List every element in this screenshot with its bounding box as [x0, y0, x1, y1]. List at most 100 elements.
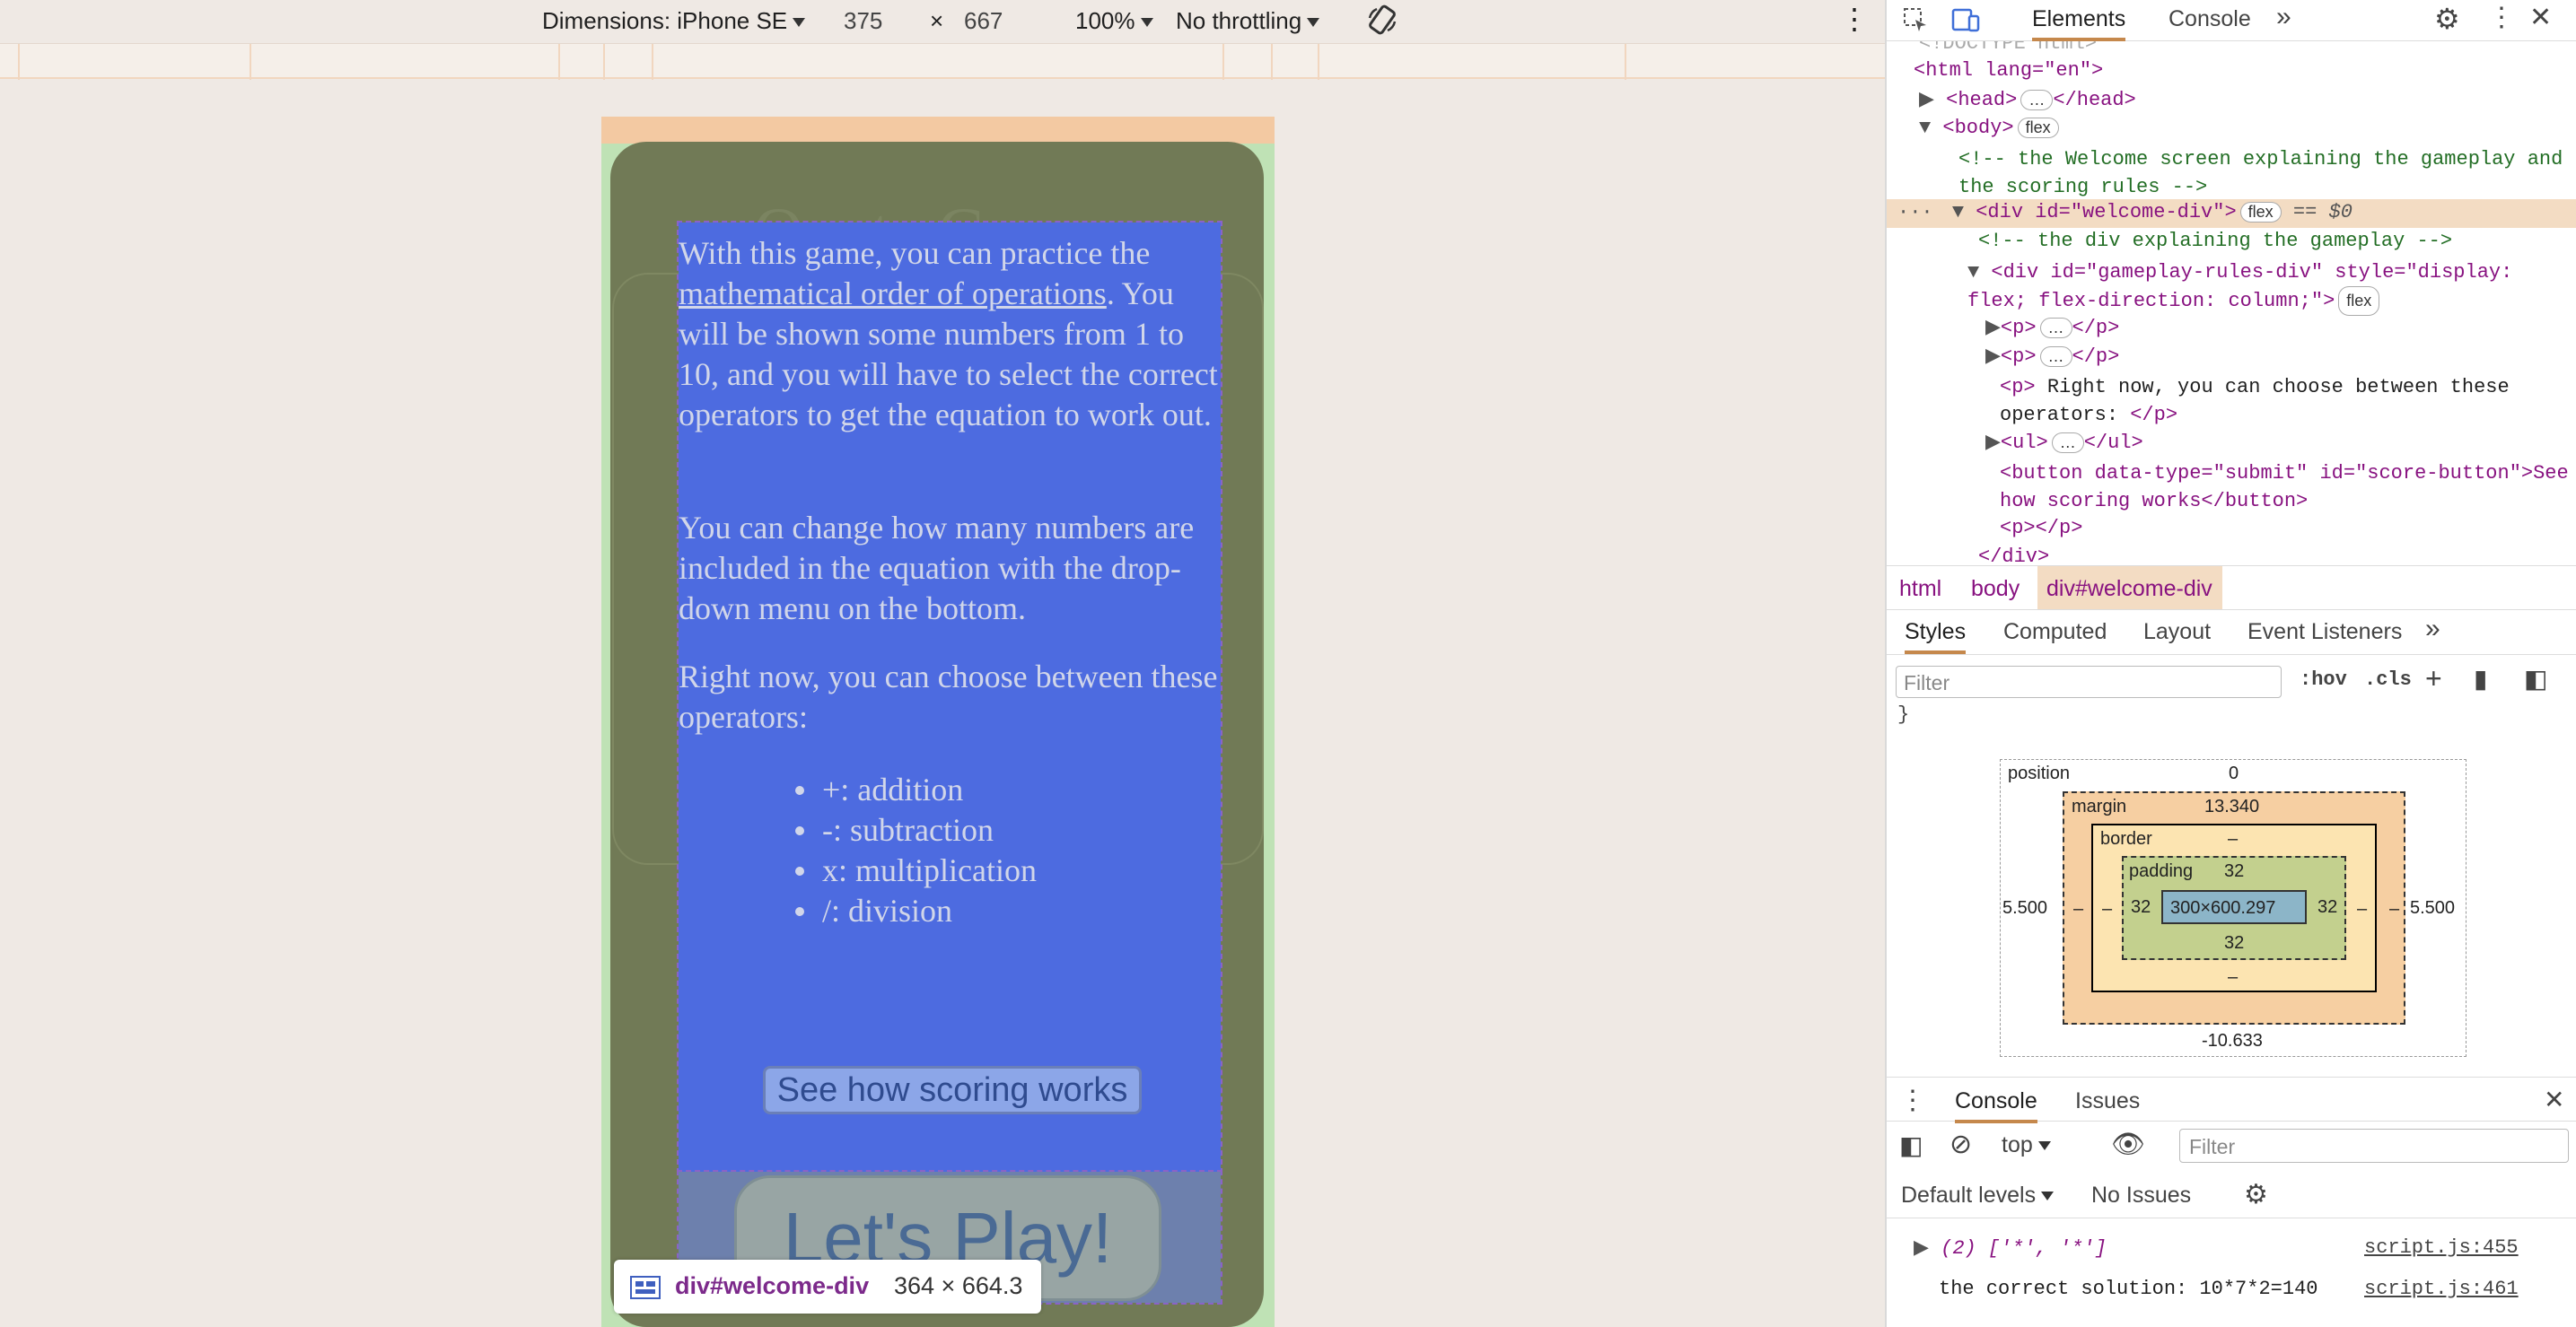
- rotate-icon[interactable]: [1364, 2, 1400, 44]
- tab-styles[interactable]: Styles: [1905, 619, 1967, 654]
- throttling-dropdown[interactable]: No throttling: [1176, 7, 1320, 35]
- selected-marker: == $0: [2292, 201, 2353, 223]
- device-toggle-icon[interactable]: [1951, 7, 1982, 34]
- clear-console-icon[interactable]: ⊘: [1950, 1129, 1972, 1160]
- tab-computed[interactable]: Computed: [2003, 619, 2107, 645]
- chevron-down-icon: [1140, 18, 1153, 28]
- add-rule-icon[interactable]: +: [2425, 662, 2442, 695]
- more-tabs-icon[interactable]: »: [2425, 614, 2440, 644]
- device-height-input[interactable]: 667: [964, 7, 1003, 35]
- closing-brace: }: [1897, 703, 1910, 726]
- drawer-tab-issues[interactable]: Issues: [2075, 1088, 2140, 1114]
- issues-count: No Issues: [2091, 1183, 2192, 1208]
- more-icon[interactable]: ···: [1897, 201, 1933, 223]
- box-model-content: 300×600.297: [2161, 890, 2307, 924]
- settings-gear-icon[interactable]: ⚙: [2244, 1179, 2268, 1210]
- empty-p-node[interactable]: <p></p>: [2000, 517, 2082, 539]
- settings-gear-icon[interactable]: ⚙: [2434, 2, 2460, 36]
- collapse-triangle-icon[interactable]: ▼: [1967, 261, 1979, 284]
- ellipsis-badge[interactable]: …: [2039, 346, 2072, 367]
- tab-event-listeners[interactable]: Event Listeners: [2247, 619, 2402, 645]
- border-bottom-value: –: [2228, 967, 2239, 987]
- flex-badge[interactable]: flex: [2017, 118, 2059, 138]
- welcome-div-node[interactable]: ··· ▼ <div id="welcome-div"> flex == $0: [1897, 201, 2353, 223]
- tab-console[interactable]: Console: [2169, 6, 2251, 32]
- score-button[interactable]: See how scoring works: [763, 1066, 1142, 1114]
- hov-toggle[interactable]: :hov: [2300, 668, 2347, 691]
- device-toolbar: Dimensions: iPhone SE 375 × 667 100% No …: [0, 0, 1885, 41]
- position-label: position: [2008, 764, 2070, 783]
- breadcrumb-welcome-div[interactable]: div#welcome-div: [2046, 576, 2212, 602]
- p-text-node[interactable]: <p> Right now, you can choose between th…: [2000, 373, 2571, 429]
- head-open: <head>: [1946, 89, 2018, 111]
- gameplay-rules-div-open: <div id="gameplay-rules-div" style="disp…: [1967, 261, 2513, 312]
- head-close: </head>: [2053, 89, 2136, 111]
- gameplay-rules-div-node[interactable]: ▼ <div id="gameplay-rules-div" style="di…: [1967, 258, 2574, 316]
- collapse-triangle-icon[interactable]: ▼: [1919, 117, 1931, 139]
- cls-toggle[interactable]: .cls: [2364, 668, 2412, 691]
- levels-dropdown[interactable]: Default levels: [1901, 1183, 2055, 1209]
- ul-open: <ul>: [2000, 432, 2048, 454]
- eye-icon[interactable]: 👁: [2111, 1129, 2145, 1160]
- styles-filter-input[interactable]: Filter: [1896, 666, 2282, 698]
- border-top-value: –: [2228, 829, 2239, 849]
- drawer-tabbar: ⋮ Console Issues ✕: [1887, 1077, 2576, 1123]
- margin-left-value: 5.500: [2002, 898, 2048, 918]
- padding-left-value: 32: [2131, 897, 2151, 917]
- flex-layout-icon: [630, 1276, 661, 1299]
- times-sign: ×: [930, 7, 944, 34]
- expand-triangle-icon[interactable]: ▶: [1985, 432, 2001, 454]
- drawer-tab-console[interactable]: Console: [1955, 1088, 2037, 1123]
- doctype-line: <!DOCTYPE html>: [1919, 41, 2098, 55]
- tab-elements[interactable]: Elements: [2032, 6, 2126, 41]
- console-log-row[interactable]: ▶ (2) ['*', '*']: [1914, 1236, 2107, 1260]
- body-open: <body>: [1942, 117, 2014, 139]
- more-options-icon[interactable]: ⋮: [2488, 2, 2515, 33]
- inspect-element-icon[interactable]: [1903, 7, 1930, 34]
- html-node[interactable]: <html lang="en">: [1914, 59, 2103, 82]
- tooltip-selector: div#welcome-div: [675, 1272, 870, 1299]
- flex-badge[interactable]: flex: [2239, 202, 2282, 223]
- console-log-source[interactable]: script.js:461: [2364, 1278, 2519, 1300]
- tab-layout[interactable]: Layout: [2143, 619, 2211, 645]
- console-log-text: the correct solution: 10*7*2=140: [1939, 1278, 2318, 1300]
- more-tabs-icon[interactable]: »: [2276, 2, 2291, 32]
- ul-node[interactable]: ▶<ul>… </ul>: [1985, 431, 2143, 454]
- margin-label: margin: [2072, 797, 2127, 816]
- console-filter-input[interactable]: Filter: [2179, 1129, 2569, 1163]
- paint-brush-icon[interactable]: ▮: [2474, 664, 2487, 694]
- head-node[interactable]: ▶ <head>… </head>: [1919, 88, 2136, 111]
- breadcrumb-html[interactable]: html: [1899, 576, 1941, 602]
- more-options-icon[interactable]: ⋮: [1840, 2, 1869, 36]
- context-dropdown[interactable]: top: [2002, 1132, 2051, 1158]
- device-width-input[interactable]: 375: [844, 7, 882, 35]
- device-dimensions-dropdown[interactable]: Dimensions: iPhone SE: [542, 7, 806, 35]
- flex-badge[interactable]: flex: [2338, 286, 2380, 316]
- inspect-tooltip: div#welcome-div 364 × 664.3: [614, 1260, 1041, 1314]
- dom-tree: <!DOCTYPE html> <html lang="en"> ▶ <head…: [1887, 41, 2576, 565]
- breadcrumb-body[interactable]: body: [1971, 576, 2020, 602]
- ellipsis-badge[interactable]: …: [2020, 90, 2054, 110]
- order-of-operations-link[interactable]: mathematical order of operations: [679, 275, 1107, 311]
- sidebar-toggle-icon[interactable]: ◧: [1899, 1131, 1923, 1160]
- p-node[interactable]: ▶<p>… </p>: [1985, 345, 2119, 368]
- expand-triangle-icon[interactable]: ▶: [1985, 345, 2001, 368]
- margin-bottom-value: -10.633: [2202, 1031, 2263, 1051]
- console-log-source[interactable]: script.js:455: [2364, 1236, 2519, 1259]
- score-button-node[interactable]: <button data-type="submit" id="score-but…: [2000, 459, 2571, 515]
- drawer-menu-icon[interactable]: ⋮: [1899, 1085, 1926, 1116]
- expand-triangle-icon[interactable]: ▶: [1985, 317, 2001, 339]
- chevron-down-icon: [2041, 1192, 2055, 1201]
- close-icon[interactable]: ✕: [2529, 2, 2552, 33]
- ellipsis-badge[interactable]: …: [2051, 432, 2084, 453]
- p-node[interactable]: ▶<p>… </p>: [1985, 316, 2119, 339]
- sidebar-toggle-icon[interactable]: ◧: [2524, 664, 2547, 694]
- collapse-triangle-icon[interactable]: ▼: [1952, 201, 1964, 223]
- breadcrumb: html body div#welcome-div: [1887, 565, 2576, 610]
- body-node[interactable]: ▼ <body> flex: [1919, 117, 2059, 139]
- zoom-dropdown[interactable]: 100%: [1075, 7, 1153, 35]
- close-icon[interactable]: ✕: [2544, 1085, 2564, 1114]
- ellipsis-badge[interactable]: …: [2039, 318, 2072, 338]
- expand-triangle-icon[interactable]: ▶: [1919, 89, 1934, 111]
- expand-triangle-icon[interactable]: ▶: [1914, 1237, 1929, 1260]
